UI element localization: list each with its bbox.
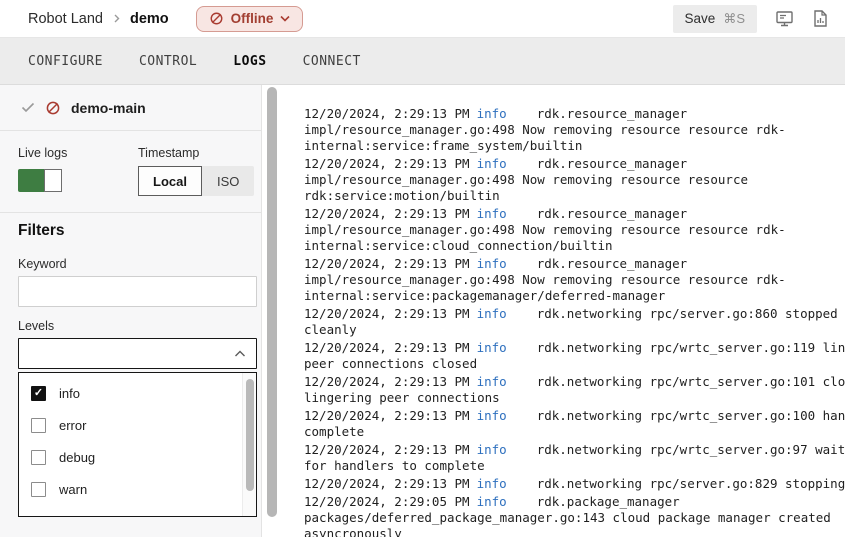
logs-sidebar: demo-main Live logs Timestamp Local ISO … (0, 85, 262, 537)
tab[interactable]: LOGS (233, 54, 266, 69)
filters-title: Filters (18, 222, 65, 240)
part-selector[interactable]: demo-main (0, 85, 261, 131)
level-checkbox[interactable] (31, 450, 46, 465)
save-button-label: Save (685, 11, 716, 26)
levels-label: Levels (18, 319, 54, 333)
chevron-down-icon (280, 15, 290, 22)
save-button[interactable]: Save ⌘S (673, 5, 757, 33)
log-level: info (477, 494, 507, 509)
live-logs-label: Live logs (18, 146, 67, 160)
timestamp-option[interactable]: ISO (202, 166, 254, 196)
save-shortcut: ⌘S (723, 11, 745, 27)
log-timestamp: 12/20/2024, 2:29:13 PM (304, 306, 470, 321)
log-timestamp: 12/20/2024, 2:29:13 PM (304, 156, 470, 171)
log-level: info (477, 476, 507, 491)
log-entry: 12/20/2024, 2:29:13 PMinfordk.resource_m… (304, 106, 845, 154)
live-logs-toggle[interactable] (18, 169, 62, 192)
log-list: 12/20/2024, 2:29:13 PMinfordk.resource_m… (304, 106, 845, 537)
log-timestamp: 12/20/2024, 2:29:05 PM (304, 494, 470, 509)
offline-icon (45, 100, 61, 116)
offline-icon (209, 11, 224, 26)
level-option-label: info (59, 386, 80, 401)
log-entry: 12/20/2024, 2:29:13 PMinfordk.networking… (304, 442, 845, 474)
log-entry: 12/20/2024, 2:29:13 PMinfordk.resource_m… (304, 206, 845, 254)
level-checkbox[interactable] (31, 482, 46, 497)
divider (0, 212, 261, 213)
logs-panel: 12/20/2024, 2:29:13 PMinfordk.resource_m… (278, 85, 845, 537)
log-entry: 12/20/2024, 2:29:13 PMinfordk.networking… (304, 408, 845, 440)
file-chart-icon[interactable] (812, 9, 829, 28)
dropdown-scrollbar[interactable] (242, 373, 256, 516)
levels-select[interactable] (18, 338, 257, 369)
log-level: info (477, 206, 507, 221)
log-entry: 12/20/2024, 2:29:13 PMinfordk.networking… (304, 340, 845, 372)
content-scrollbar[interactable] (267, 85, 277, 537)
level-option-label: debug (59, 450, 95, 465)
keyword-input[interactable] (18, 276, 257, 307)
dropdown-scrollbar-thumb[interactable] (246, 379, 254, 491)
monitor-icon[interactable] (775, 9, 794, 28)
log-message: rdk.networking rpc/server.go:829 stoppin… (537, 476, 845, 491)
content-scrollbar-thumb[interactable] (267, 87, 277, 517)
log-level: info (477, 408, 507, 423)
toggle-knob (44, 169, 62, 192)
level-checkbox[interactable] (31, 386, 46, 401)
keyword-label: Keyword (18, 257, 67, 271)
log-level: info (477, 156, 507, 171)
header-actions: Save ⌘S (673, 5, 845, 33)
log-entry: 12/20/2024, 2:29:13 PM info rdk.networking… (304, 476, 845, 492)
timestamp-option[interactable]: Local (138, 166, 202, 196)
log-timestamp: 12/20/2024, 2:29:13 PM (304, 206, 470, 221)
log-timestamp: 12/20/2024, 2:29:13 PM (304, 106, 470, 121)
header: Robot Land demo Offline Save ⌘S (0, 0, 845, 38)
log-entry: 12/20/2024, 2:29:05 PMinfordk.package_ma… (304, 494, 845, 537)
machine-status-badge[interactable]: Offline (196, 6, 304, 32)
level-option[interactable]: debug (19, 441, 256, 473)
tab[interactable]: CONFIGURE (28, 54, 103, 69)
log-level: info (477, 306, 507, 321)
levels-dropdown: info error debug warn (18, 372, 257, 517)
log-level: info (477, 106, 507, 121)
log-level: info (477, 256, 507, 271)
status-badge-label: Offline (231, 11, 274, 26)
timestamp-label: Timestamp (138, 146, 199, 160)
timestamp-format-switch: Local ISO (138, 166, 254, 196)
breadcrumb-machine: demo (130, 11, 169, 27)
level-option-label: warn (59, 482, 87, 497)
breadcrumb: Robot Land demo Offline (0, 6, 673, 32)
check-icon (21, 102, 35, 113)
level-option[interactable]: error (19, 409, 256, 441)
breadcrumb-chevron-icon (112, 14, 121, 23)
log-level: info (477, 340, 507, 355)
log-level: info (477, 442, 507, 457)
tab-bar: CONFIGURE CONTROL LOGS CONNECT (0, 38, 845, 85)
level-option[interactable]: warn (19, 473, 256, 505)
part-name: demo-main (71, 100, 146, 116)
level-checkbox[interactable] (31, 418, 46, 433)
breadcrumb-org[interactable]: Robot Land (28, 11, 103, 27)
log-timestamp: 12/20/2024, 2:29:13 PM (304, 340, 470, 355)
log-entry: 12/20/2024, 2:29:13 PMinfordk.networking… (304, 374, 845, 406)
log-level: info (477, 374, 507, 389)
log-timestamp: 12/20/2024, 2:29:13 PM (304, 374, 470, 389)
log-entry: 12/20/2024, 2:29:13 PMinfordk.resource_m… (304, 156, 845, 204)
level-option-label: error (59, 418, 86, 433)
log-timestamp: 12/20/2024, 2:29:13 PM (304, 442, 470, 457)
log-timestamp: 12/20/2024, 2:29:13 PM (304, 476, 470, 491)
log-entry: 12/20/2024, 2:29:13 PMinfordk.networking… (304, 306, 845, 338)
tab[interactable]: CONNECT (303, 54, 361, 69)
tab[interactable]: CONTROL (139, 54, 197, 69)
chevron-up-icon (234, 350, 246, 358)
log-timestamp: 12/20/2024, 2:29:13 PM (304, 256, 470, 271)
level-option[interactable]: info (19, 377, 256, 409)
log-entry: 12/20/2024, 2:29:13 PMinfordk.resource_m… (304, 256, 845, 304)
log-timestamp: 12/20/2024, 2:29:13 PM (304, 408, 470, 423)
